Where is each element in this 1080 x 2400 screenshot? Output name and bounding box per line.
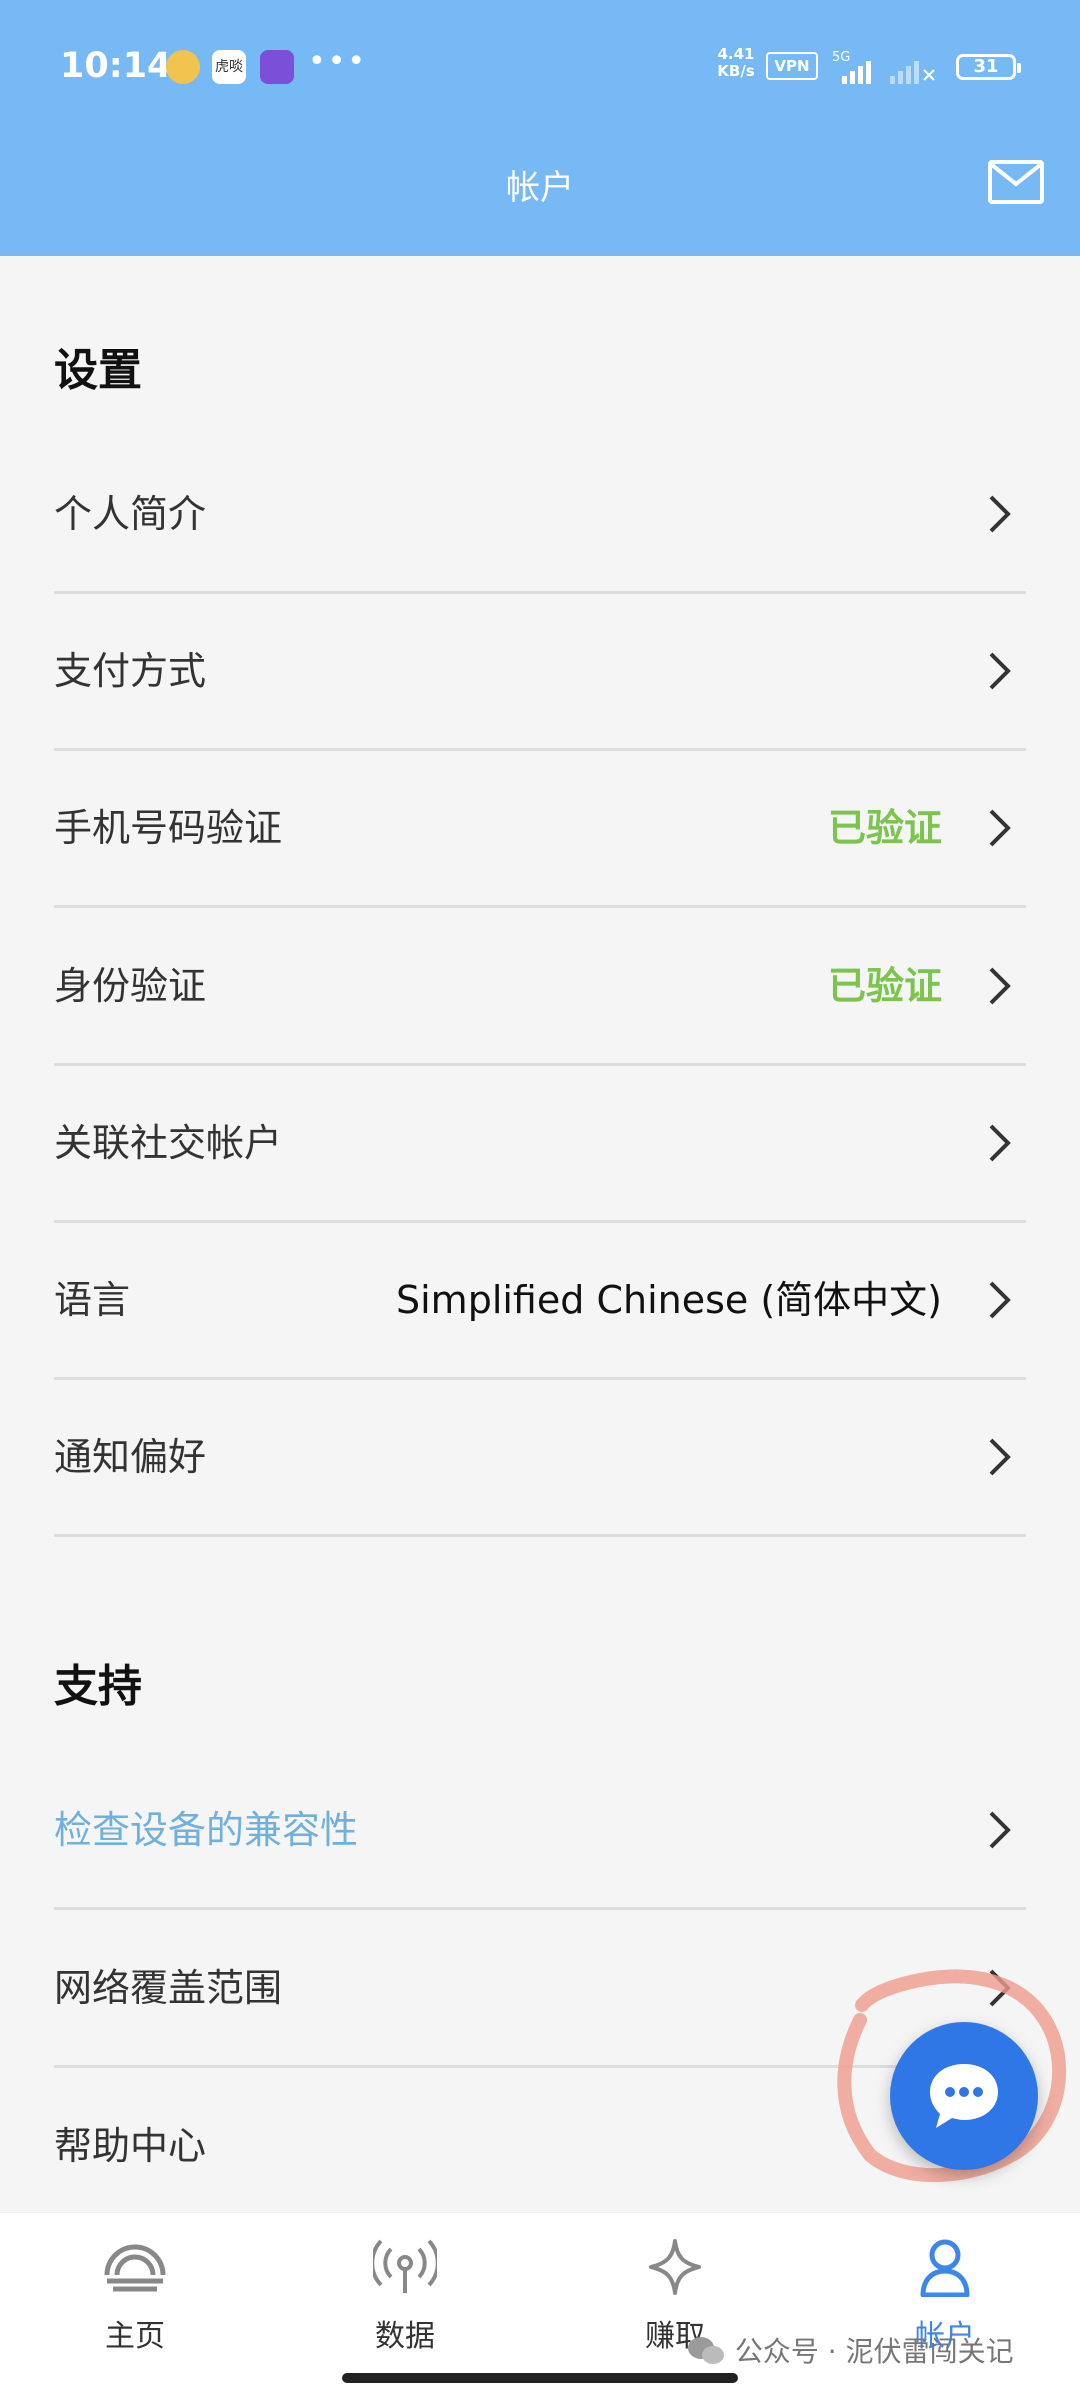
support-item-label: 检查设备的兼容性 [54,1808,359,1852]
status-time: 10:14 [60,46,172,86]
network-speed: 4.41 KB/s [717,45,755,80]
status-bar: 10:14 虎啖 ••• 4.41 KB/s VPN 5G 31 [0,36,1080,96]
notification-app-icon: 虎啖 [212,50,246,84]
notification-app-icon [260,50,294,84]
settings-item-phone-verification[interactable]: 手机号码验证 已验证 [54,750,1026,908]
home-icon [104,2244,166,2292]
verified-status: 已验证 [827,964,942,1008]
signal-strength-icon: 5G [832,50,935,84]
settings-item-label: 手机号码验证 [54,806,283,850]
settings-item-label: 语言 [54,1278,131,1322]
nav-label: 数据 [375,2319,435,2354]
language-value: Simplified Chinese (简体中文) [396,1278,942,1322]
chat-support-button[interactable] [890,2022,1038,2170]
vpn-badge: VPN [766,52,818,80]
support-item-help-center[interactable]: 帮助中心 [54,2068,1026,2224]
chevron-right-icon [989,495,1011,533]
more-notifications-icon: ••• [308,44,368,79]
settings-item-identity-verification[interactable]: 身份验证 已验证 [54,908,1026,1066]
chevron-right-icon [989,809,1011,847]
wechat-icon [688,2337,724,2364]
chevron-right-icon [989,1969,1011,2007]
settings-item-notification-preferences[interactable]: 通知偏好 [54,1379,1026,1537]
battery-icon: 31 [956,54,1021,80]
network-type: 5G [832,50,850,65]
settings-section-title: 设置 [54,345,142,396]
page-title: 帐户 [506,168,574,208]
chat-bubble-icon [930,2064,998,2128]
settings-item-profile[interactable]: 个人简介 [54,436,1026,594]
sparkle-icon [649,2239,701,2295]
chevron-right-icon [989,1281,1011,1319]
settings-item-label: 个人简介 [54,492,207,536]
chevron-right-icon [989,1124,1011,1162]
divider [54,1534,1026,1537]
settings-item-label: 通知偏好 [54,1435,207,1479]
home-indicator[interactable] [342,2373,738,2383]
nav-label: 主页 [105,2319,165,2354]
account-screen: 10:14 虎啖 ••• 4.41 KB/s VPN 5G 31 帐户 设置 个… [0,0,1080,2400]
signal-icon [373,2239,437,2293]
nav-item-home[interactable]: 主页 [0,2213,270,2354]
chevron-right-icon [989,652,1011,690]
chevron-right-icon [989,1811,1011,1849]
user-icon [920,2239,970,2297]
support-item-label: 网络覆盖范围 [54,1966,283,2010]
settings-item-label: 支付方式 [54,649,207,693]
bottom-navigation: 主页 数据 赚取 帐户 [0,2212,1080,2400]
app-header: 10:14 虎啖 ••• 4.41 KB/s VPN 5G 31 帐户 [0,0,1080,256]
watermark-text: 公众号 · 泥伏雷闯关记 [734,2335,1014,2368]
settings-item-payment-method[interactable]: 支付方式 [54,593,1026,751]
chevron-right-icon [989,967,1011,1005]
support-section-title: 支持 [54,1661,142,1712]
support-item-network-coverage[interactable]: 网络覆盖范围 [54,1910,1026,2068]
watermark: 公众号 · 泥伏雷闯关记 [686,2330,1014,2370]
notification-app-icon [166,50,200,84]
settings-item-language[interactable]: 语言 Simplified Chinese (简体中文) [54,1222,1026,1380]
chevron-right-icon [989,1438,1011,1476]
mail-icon[interactable] [988,160,1044,204]
support-item-label: 帮助中心 [54,2124,207,2168]
settings-item-label: 身份验证 [54,964,207,1008]
settings-item-linked-social-accounts[interactable]: 关联社交帐户 [54,1065,1026,1223]
nav-item-data[interactable]: 数据 [270,2213,540,2354]
support-item-device-compatibility[interactable]: 检查设备的兼容性 [54,1752,1026,1910]
settings-item-label: 关联社交帐户 [54,1121,283,1165]
verified-status: 已验证 [827,806,942,850]
